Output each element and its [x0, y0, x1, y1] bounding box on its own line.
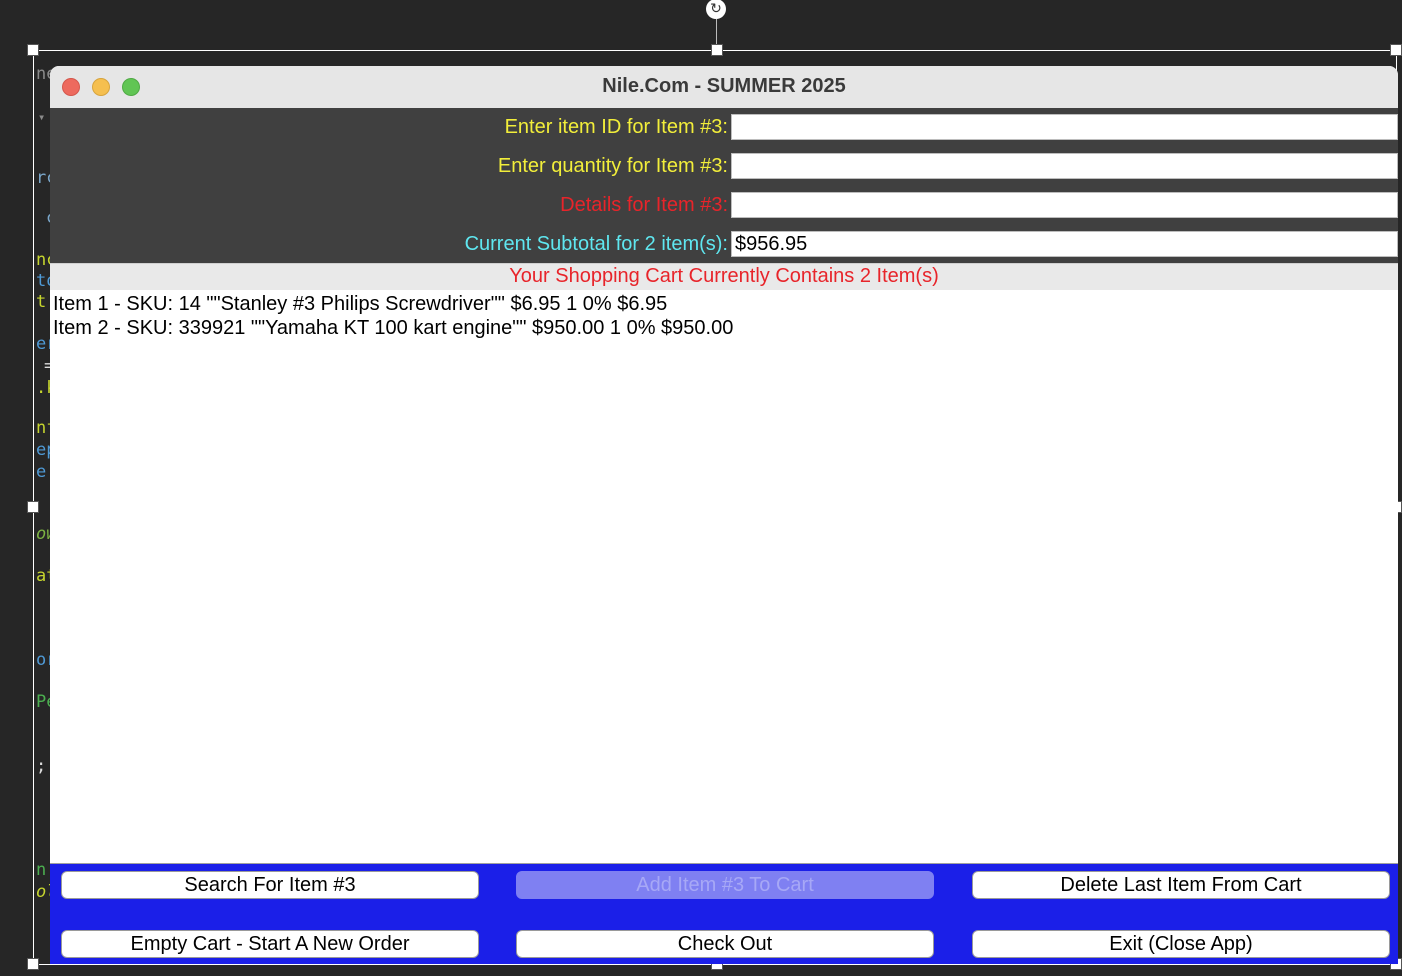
item-id-row: Enter item ID for Item #3: [50, 113, 1398, 141]
code-fragment: ; [36, 756, 47, 776]
code-fragment: n [36, 860, 47, 880]
quantity-label: Enter quantity for Item #3: [497, 155, 728, 177]
resize-handle-top-left[interactable] [27, 44, 39, 56]
search-item-button[interactable]: Search For Item #3 [61, 871, 479, 899]
subtotal-label: Current Subtotal for 2 item(s): [464, 233, 728, 255]
check-out-button[interactable]: Check Out [516, 930, 934, 958]
quantity-input[interactable] [731, 153, 1398, 179]
cart-item[interactable]: Item 1 - SKU: 14 ""Stanley #3 Philips Sc… [53, 292, 667, 316]
item-id-label: Enter item ID for Item #3: [504, 116, 728, 138]
quantity-row: Enter quantity for Item #3: [50, 152, 1398, 180]
rotate-stem [716, 19, 717, 45]
subtotal-row: Current Subtotal for 2 item(s): $956.95 [50, 230, 1398, 258]
cart-list[interactable]: Item 1 - SKU: 14 ""Stanley #3 Philips Sc… [50, 290, 1398, 864]
title-bar[interactable]: Nile.Com - SUMMER 2025 [50, 66, 1398, 109]
add-to-cart-button[interactable]: Add Item #3 To Cart [516, 871, 934, 899]
cart-header: Your Shopping Cart Currently Contains 2 … [50, 263, 1398, 291]
resize-handle-bottom-left[interactable] [27, 958, 39, 970]
details-field[interactable] [731, 192, 1398, 218]
details-label: Details for Item #3: [560, 194, 728, 216]
rotate-icon[interactable]: ↻ [706, 0, 726, 19]
resize-handle-top[interactable] [711, 44, 723, 56]
resize-handle-left[interactable] [27, 501, 39, 513]
resize-handle-top-right[interactable] [1390, 44, 1402, 56]
window-title: Nile.Com - SUMMER 2025 [602, 75, 846, 97]
empty-cart-button[interactable]: Empty Cart - Start A New Order [61, 930, 479, 958]
code-fragment: ▾ [38, 110, 46, 124]
exit-button[interactable]: Exit (Close App) [972, 930, 1390, 958]
item-id-input[interactable] [731, 114, 1398, 140]
cart-item[interactable]: Item 2 - SKU: 339921 ""Yamaha KT 100 kar… [53, 316, 733, 340]
details-row: Details for Item #3: [50, 191, 1398, 219]
button-panel: Search For Item #3 Add Item #3 To Cart D… [50, 864, 1398, 964]
delete-last-item-button[interactable]: Delete Last Item From Cart [972, 871, 1390, 899]
subtotal-field[interactable]: $956.95 [731, 231, 1398, 257]
input-panel: Enter item ID for Item #3: Enter quantit… [50, 108, 1398, 263]
app-window: Nile.Com - SUMMER 2025 Enter item ID for… [50, 66, 1398, 964]
